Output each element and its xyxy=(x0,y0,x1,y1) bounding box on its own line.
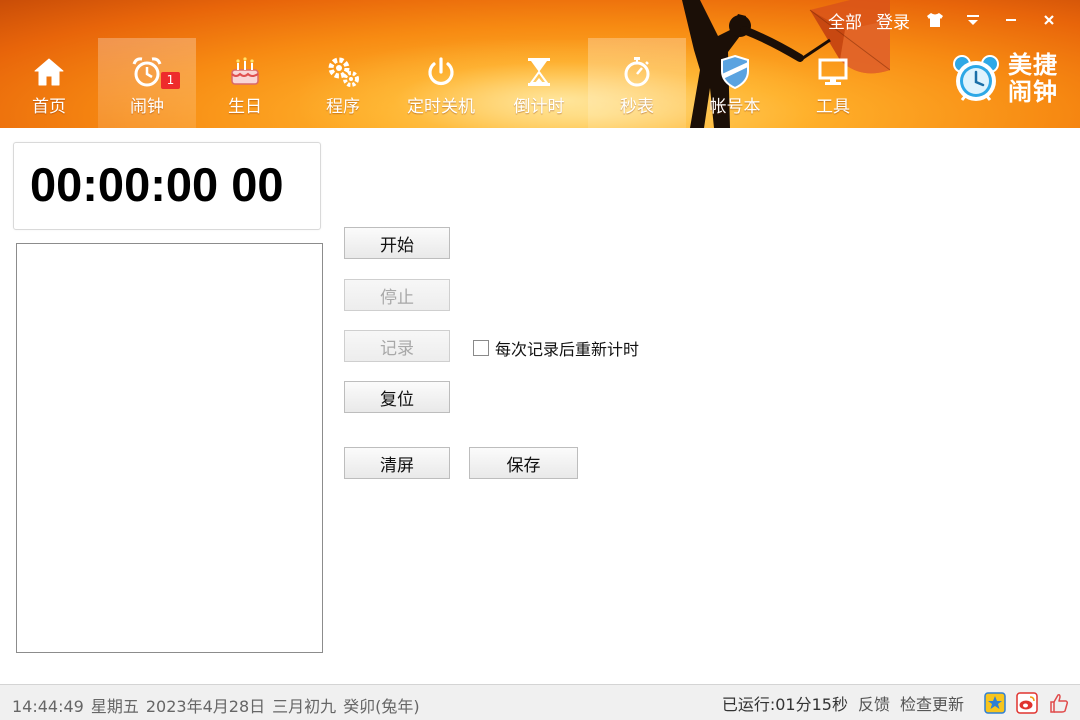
running-time: 已运行:01分15秒 xyxy=(721,695,848,714)
all-link[interactable]: 全部 xyxy=(828,8,862,33)
status-lunar-date: 三月初九 xyxy=(272,697,337,716)
top-right-toolbar: 全部 登录 xyxy=(814,8,1062,33)
reset-after-record-checkbox[interactable] xyxy=(473,340,489,356)
nav-label: 生日 xyxy=(228,97,262,117)
monitor-icon xyxy=(815,54,851,90)
thumbs-up-icon[interactable] xyxy=(1048,692,1070,714)
start-button[interactable]: 开始 xyxy=(344,227,450,259)
gears-icon xyxy=(325,54,361,90)
home-icon xyxy=(31,54,67,90)
power-icon xyxy=(423,54,459,90)
qzone-icon[interactable] xyxy=(984,692,1006,714)
nav-label: 首页 xyxy=(32,97,66,117)
stop-button[interactable]: 停止 xyxy=(344,279,450,311)
nav-label: 工具 xyxy=(816,97,850,117)
clear-button[interactable]: 清屏 xyxy=(344,447,450,479)
reset-after-record-option[interactable]: 每次记录后重新计时 xyxy=(473,336,639,360)
nav-item-tools[interactable]: 工具 xyxy=(784,38,882,128)
nav-item-accounts[interactable]: 帐号本 xyxy=(686,38,784,128)
brand-name-line2: 闹钟 xyxy=(1008,78,1058,106)
nav-item-home[interactable]: 首页 xyxy=(0,38,98,128)
nav-item-stopwatch[interactable]: 秒表 xyxy=(588,38,686,128)
weibo-icon[interactable] xyxy=(1016,692,1038,714)
close-icon[interactable] xyxy=(1036,9,1062,31)
login-link[interactable]: 登录 xyxy=(876,8,910,33)
feedback-link[interactable]: 反馈 xyxy=(858,691,890,715)
status-weekday: 星期五 xyxy=(90,697,139,716)
stopwatch-icon xyxy=(619,54,655,90)
reset-after-record-label[interactable]: 每次记录后重新计时 xyxy=(495,336,639,360)
alarm-count-badge: 1 xyxy=(161,72,180,89)
nav-item-programs[interactable]: 程序 xyxy=(294,38,392,128)
cake-icon xyxy=(227,54,263,90)
brand-name: 美捷 闹钟 xyxy=(1008,52,1064,106)
nav-label: 帐号本 xyxy=(709,97,761,117)
alarm-clock-logo-icon xyxy=(953,55,999,101)
nav-item-shutdown[interactable]: 定时关机 xyxy=(392,38,490,128)
menu-icon[interactable] xyxy=(960,9,986,31)
header-banner: 全部 登录 首页 1 闹钟 生日 程序 定时关机 倒计时 秒表 帐号本 工具 美… xyxy=(0,0,1080,128)
nav-label: 定时关机 xyxy=(407,97,475,117)
nav-label: 倒计时 xyxy=(513,97,565,117)
minimize-icon[interactable] xyxy=(998,9,1024,31)
nav-label: 秒表 xyxy=(620,97,654,117)
reset-button[interactable]: 复位 xyxy=(344,381,450,413)
nav-label: 程序 xyxy=(326,97,360,117)
status-time: 14:44:49 xyxy=(12,697,84,716)
shield-icon xyxy=(717,54,753,90)
brand-name-line1: 美捷 xyxy=(1008,51,1058,79)
nav-item-alarm[interactable]: 1 闹钟 xyxy=(98,38,196,128)
main-nav: 首页 1 闹钟 生日 程序 定时关机 倒计时 秒表 帐号本 工具 xyxy=(0,38,882,128)
status-date: 2023年4月28日 xyxy=(145,697,266,716)
record-button[interactable]: 记录 xyxy=(344,330,450,362)
tshirt-icon[interactable] xyxy=(922,9,948,31)
nav-item-countdown[interactable]: 倒计时 xyxy=(490,38,588,128)
save-button[interactable]: 保存 xyxy=(469,447,578,479)
lap-record-list[interactable] xyxy=(16,243,323,653)
stopwatch-display: 00:00:00 00 xyxy=(30,158,284,211)
nav-item-birthday[interactable]: 生日 xyxy=(196,38,294,128)
status-datetime: 14:44:49 星期五 2023年4月28日 三月初九 癸卯(兔年) xyxy=(12,693,427,717)
alarm-clock-icon xyxy=(129,54,165,90)
nav-label: 闹钟 xyxy=(130,97,164,117)
stopwatch-display-box: 00:00:00 00 xyxy=(13,142,321,230)
status-bar: 14:44:49 星期五 2023年4月28日 三月初九 癸卯(兔年) 已运行:01分1… xyxy=(0,684,1080,720)
status-actions: 已运行:01分15秒 反馈 检查更新 xyxy=(722,691,1070,715)
hourglass-icon xyxy=(521,54,557,90)
check-update-link[interactable]: 检查更新 xyxy=(900,691,964,715)
status-ganzhi-year: 癸卯(兔年) xyxy=(343,697,420,716)
brand-logo: 美捷 闹钟 xyxy=(950,52,1064,106)
